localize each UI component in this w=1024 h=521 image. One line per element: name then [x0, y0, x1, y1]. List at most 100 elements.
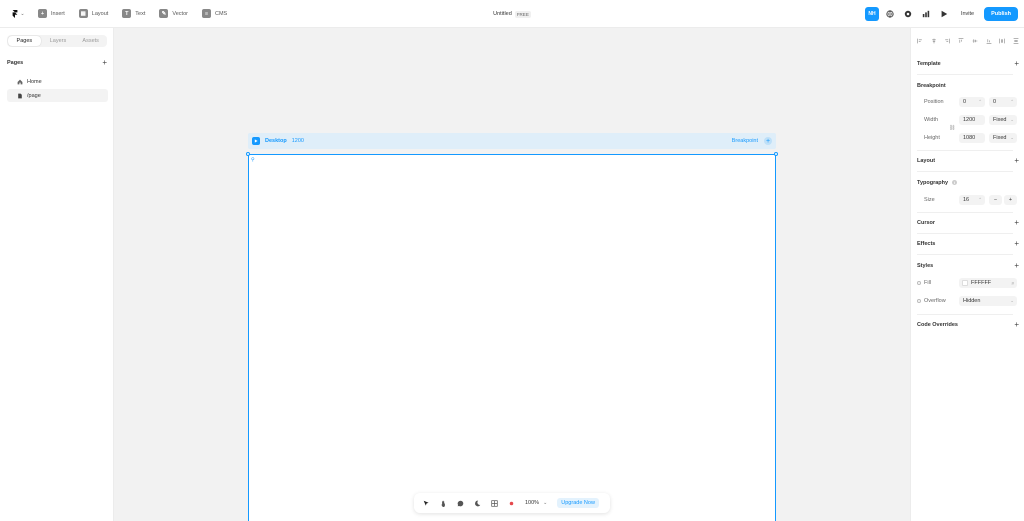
layout-button[interactable]: ▦ Layout	[78, 9, 108, 18]
info-icon[interactable]: i	[952, 180, 958, 186]
plus-icon[interactable]: +	[1014, 262, 1019, 270]
distribute-h-icon	[999, 38, 1005, 44]
breakpoint-label[interactable]: Breakpoint	[732, 138, 758, 144]
dark-mode-toggle[interactable]	[471, 497, 483, 509]
plus-icon[interactable]: +	[1014, 240, 1019, 248]
fill-toggle-icon[interactable]	[917, 280, 921, 285]
select-tool[interactable]	[420, 497, 432, 509]
zoom-level[interactable]: 100%	[525, 500, 539, 506]
styles-section[interactable]: Styles +	[917, 262, 1019, 270]
preview-button[interactable]	[937, 7, 951, 21]
plus-icon[interactable]: +	[1014, 321, 1019, 329]
analytics-button[interactable]	[919, 7, 933, 21]
user-avatar[interactable]: NH	[864, 7, 879, 21]
height-field[interactable]: 1080	[959, 133, 985, 143]
effects-section[interactable]: Effects +	[917, 240, 1019, 248]
document-name[interactable]: Untitled	[493, 11, 512, 17]
layout-icon: ▦	[78, 9, 88, 18]
font-size-decrease-button[interactable]: −	[989, 195, 1002, 205]
font-size-increase-button[interactable]: +	[1004, 195, 1017, 205]
align-center-h-button[interactable]	[931, 38, 937, 44]
plus-icon[interactable]: +	[1014, 219, 1019, 227]
link-dimensions-icon[interactable]: ⛓	[949, 125, 955, 131]
align-top-button[interactable]	[958, 38, 964, 44]
framer-menu-button[interactable]: ⌄	[10, 6, 26, 22]
tab-assets[interactable]: Assets	[74, 35, 107, 47]
font-size-value: 16	[963, 197, 970, 203]
top-toolbar: ⌄ + Insert ▦ Layout T Text ✎ Vector ≡ CM…	[0, 0, 1024, 28]
width-field[interactable]: 1200	[959, 115, 985, 125]
code-overrides-section[interactable]: Code Overrides +	[917, 321, 1019, 329]
settings-button[interactable]	[901, 7, 915, 21]
height-value: 1080	[963, 135, 976, 141]
color-swatch[interactable]	[962, 280, 968, 286]
tab-layers[interactable]: Layers	[42, 35, 75, 47]
height-mode-select[interactable]: Fixed ⌄	[989, 133, 1017, 143]
design-canvas[interactable]: Desktop 1200 Breakpoint + ⚲ 100% ⌄ Upgra…	[114, 28, 910, 521]
width-mode-select[interactable]: Fixed ⌄	[989, 115, 1017, 125]
record-icon	[509, 501, 513, 505]
text-button[interactable]: T Text	[122, 9, 145, 18]
overflow-select[interactable]: Hidden ⌄	[959, 296, 1017, 306]
typography-section: Typography i	[917, 180, 1019, 186]
layout-title: Layout	[917, 158, 936, 164]
hand-icon	[440, 500, 445, 507]
chevron-down-icon: ⌄	[1010, 298, 1014, 303]
insert-button[interactable]: + Insert	[38, 9, 65, 18]
publish-button[interactable]: Publish	[984, 7, 1018, 21]
plus-icon[interactable]: +	[1014, 60, 1019, 68]
overflow-toggle-icon[interactable]	[917, 298, 921, 303]
framer-logo-icon	[12, 9, 18, 18]
font-size-field[interactable]: 16 ⌃	[959, 195, 985, 205]
divider	[917, 314, 1013, 315]
add-breakpoint-button[interactable]: +	[764, 137, 772, 145]
divider	[917, 150, 1013, 151]
tab-pages[interactable]: Pages	[8, 36, 41, 46]
chevron-down-icon: ⌄	[1010, 135, 1014, 140]
cursor-section[interactable]: Cursor +	[917, 219, 1019, 227]
vector-button[interactable]: ✎ Vector	[159, 9, 188, 18]
align-bottom-icon	[986, 39, 991, 44]
align-right-icon	[945, 38, 951, 44]
insert-label: Insert	[51, 10, 65, 17]
desktop-frame[interactable]: ⚲	[248, 154, 776, 521]
preview-frame-button[interactable]	[252, 137, 260, 145]
plus-icon[interactable]: +	[1014, 157, 1019, 165]
align-right-button[interactable]	[944, 38, 951, 44]
globe-button[interactable]	[883, 7, 897, 21]
size-label: Size	[924, 197, 935, 203]
page-item-home[interactable]: Home	[7, 75, 108, 88]
frame-name: Desktop	[265, 138, 287, 144]
styles-title: Styles	[917, 263, 934, 269]
distribute-v-button[interactable]	[1013, 38, 1019, 44]
invite-button[interactable]: Invite	[955, 7, 980, 21]
width-label: Width	[924, 117, 939, 123]
home-icon	[17, 79, 23, 84]
align-center-v-icon	[972, 39, 978, 43]
comment-tool[interactable]	[454, 497, 466, 509]
align-top-icon	[958, 38, 964, 43]
upgrade-now-button[interactable]: Upgrade Now	[557, 498, 599, 508]
position-x-field[interactable]: 0 ⌃	[959, 97, 985, 107]
record-button[interactable]	[505, 497, 517, 509]
position-y-field[interactable]: 0 ⌃	[989, 97, 1017, 107]
distribute-h-button[interactable]	[999, 38, 1005, 44]
template-section[interactable]: Template +	[917, 60, 1019, 68]
resize-handle-top-left[interactable]	[246, 152, 250, 156]
grid-tool[interactable]	[488, 497, 500, 509]
align-left-button[interactable]	[917, 38, 923, 44]
align-bottom-button[interactable]	[986, 38, 992, 44]
breakpoint-header[interactable]: Desktop 1200 Breakpoint +	[248, 133, 776, 149]
pages-section-header: Pages +	[7, 59, 107, 67]
fill-color-field[interactable]: FFFFFF #	[959, 278, 1017, 288]
layout-section[interactable]: Layout +	[917, 157, 1019, 165]
chevron-down-icon[interactable]: ⌄	[543, 500, 547, 506]
alignment-toolbar	[917, 38, 1019, 44]
page-item-page[interactable]: /page	[7, 89, 108, 102]
add-page-button[interactable]: +	[102, 59, 107, 67]
hand-tool[interactable]	[437, 497, 449, 509]
align-center-v-button[interactable]	[972, 38, 978, 44]
resize-handle-top-right[interactable]	[774, 152, 778, 156]
cms-button[interactable]: ≡ CMS	[201, 9, 227, 18]
grid-icon	[490, 499, 498, 507]
